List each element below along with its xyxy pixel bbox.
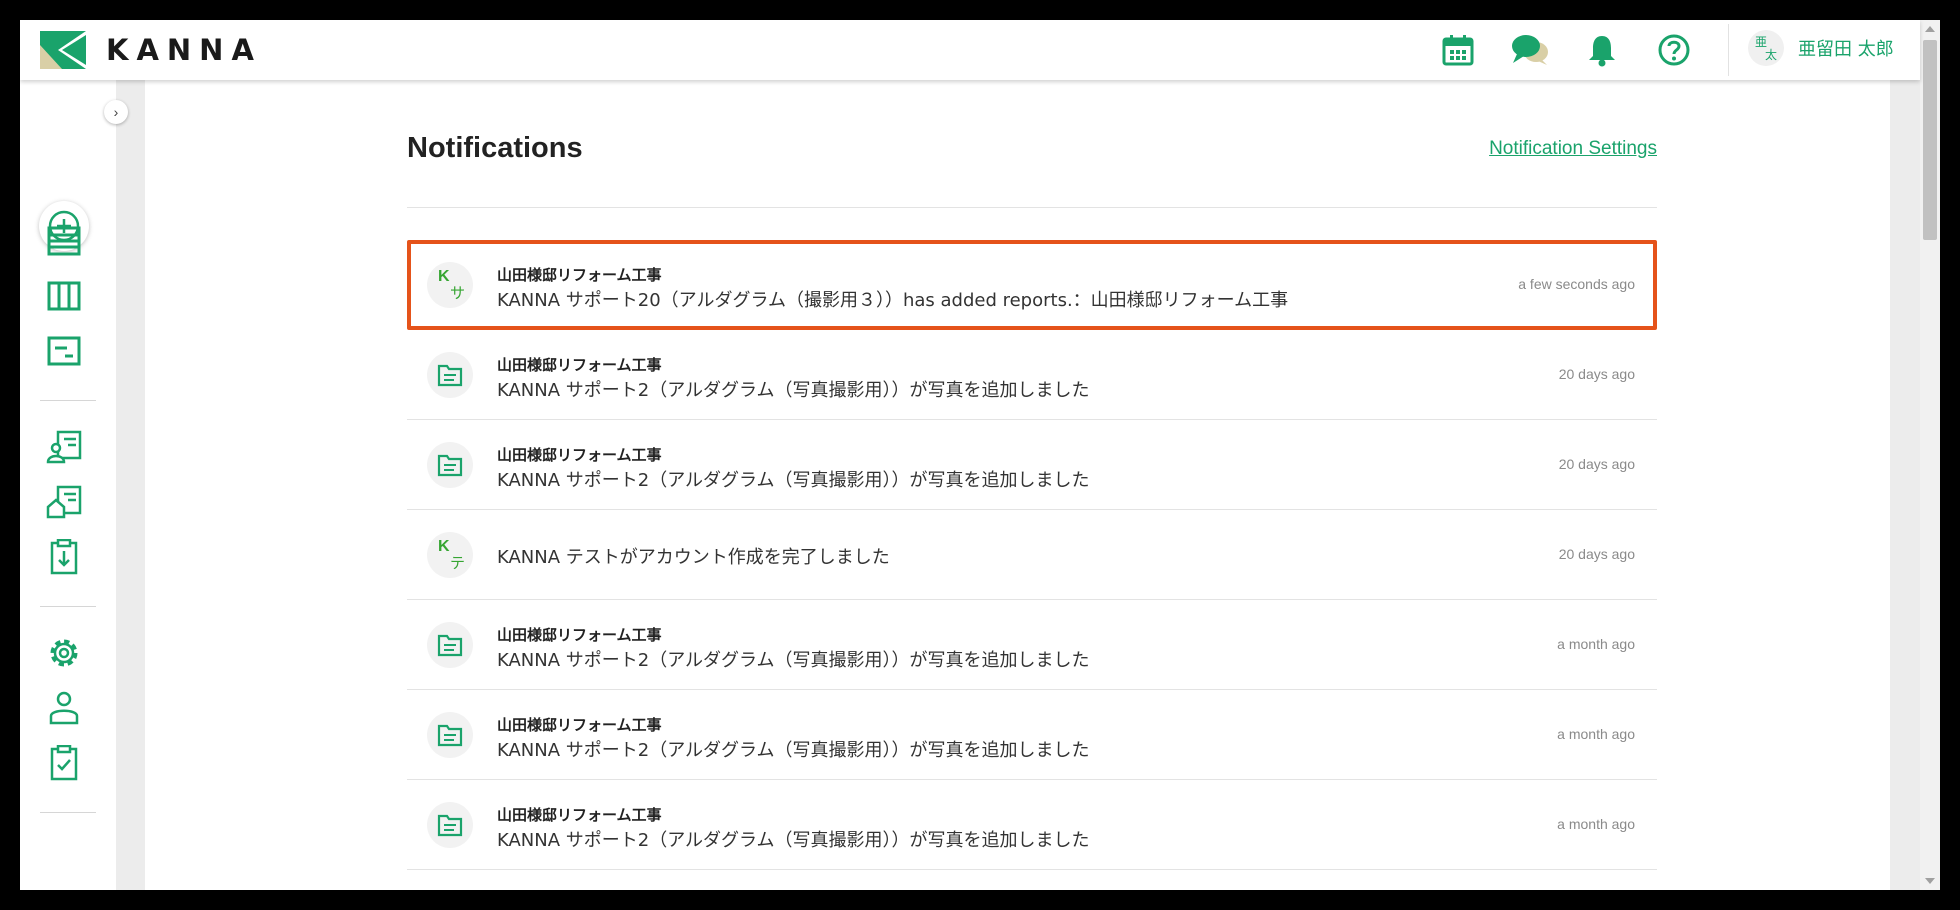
report-doc-icon <box>427 352 473 398</box>
notification-title: 山田様邸リフォーム工事 <box>497 626 662 644</box>
settings-icon[interactable] <box>44 633 84 673</box>
board-icon[interactable] <box>44 276 84 316</box>
notification-message: KANNA サポート2（アルダグラム（写真撮影用））が写真を追加しました <box>497 470 1090 491</box>
sender-avatar-initial: K <box>438 538 450 555</box>
scrollbar-thumb[interactable] <box>1923 40 1937 240</box>
report-doc-icon <box>427 622 473 668</box>
report-doc-icon <box>427 802 473 848</box>
notification-item[interactable]: 山田様邸リフォーム工事 KANNA サポート2（アルダグラム（写真撮影用））が写真… <box>407 420 1657 510</box>
page-title: Notifications <box>407 132 583 164</box>
chevron-right-icon: › <box>113 104 119 120</box>
notification-title: 山田様邸リフォーム工事 <box>497 266 662 284</box>
logo-text: KANNA <box>106 33 262 67</box>
header-divider <box>1728 24 1729 76</box>
notification-item[interactable]: K サ 山田様邸リフォーム工事 KANNA サポート20（アルダグラム（撮影用３））h… <box>407 240 1657 330</box>
help-icon[interactable] <box>1654 30 1694 70</box>
sender-avatar-char: サ <box>450 284 466 302</box>
sidebar-divider <box>40 812 96 813</box>
notification-item[interactable]: K テ KANNA テストがアカウント作成を完了しました 20 days ago <box>407 510 1657 600</box>
title-divider <box>407 207 1657 208</box>
sidebar-toggle-button[interactable]: › <box>104 100 128 124</box>
user-avatar: 亜 太 <box>1748 30 1784 66</box>
notification-list: K サ山田様邸リフォーム工事 KANNA サポート20（アルダグラム（撮影用３））h… <box>407 240 1657 870</box>
chat-icon[interactable] <box>1510 30 1550 70</box>
sender-avatar: Kサ <box>427 262 473 308</box>
download-icon[interactable] <box>44 537 84 577</box>
notification-time: a month ago <box>1557 636 1635 652</box>
notification-message: KANNA テストがアカウント作成を完了しました <box>497 547 890 568</box>
kanna-logo[interactable]: KANNA <box>40 31 262 69</box>
user-icon[interactable] <box>44 688 84 728</box>
notification-title: 山田様邸リフォーム工事 <box>497 806 662 824</box>
notification-message: KANNA サポート2（アルダグラム（写真撮影用））が写真を追加しました <box>497 740 1090 761</box>
user-menu[interactable]: 亜 太 亜留田 太郎 <box>1748 30 1894 66</box>
calendar-icon[interactable] <box>1438 30 1478 70</box>
list-icon[interactable] <box>44 221 84 261</box>
sender-avatar-char: テ <box>450 554 466 572</box>
notification-message: KANNA サポート2（アルダグラム（写真撮影用））が写真を追加しました <box>497 650 1090 671</box>
user-name: 亜留田 太郎 <box>1798 39 1894 60</box>
bell-icon[interactable] <box>1582 30 1622 70</box>
scroll-up-arrow-icon[interactable] <box>1925 26 1935 32</box>
task-icon[interactable] <box>44 743 84 783</box>
notification-time: 20 days ago <box>1558 546 1635 562</box>
notification-message: KANNA サポート2（アルダグラム（写真撮影用））が写真を追加しました <box>497 380 1090 401</box>
property-icon[interactable] <box>44 482 84 522</box>
user-avatar-char-2: 太 <box>1765 48 1778 62</box>
notification-time: 20 days ago <box>1558 366 1635 382</box>
sidebar-divider <box>40 400 96 401</box>
notification-title: 山田様邸リフォーム工事 <box>497 446 662 464</box>
report-doc-icon <box>427 442 473 488</box>
notification-item[interactable]: 山田様邸リフォーム工事 KANNA サポート2（アルダグラム（写真撮影用））が写真… <box>407 330 1657 420</box>
app-window: KANNA 亜 太 亜留田 太郎 › Notifications Notific… <box>20 20 1940 890</box>
sender-avatar: Kテ <box>427 532 473 578</box>
main-content: Notifications Notification Settings K サ山田… <box>145 80 1890 890</box>
notification-message: KANNA サポート20（アルダグラム（撮影用３））has added repo… <box>497 290 1289 311</box>
notification-item[interactable]: 山田様邸リフォーム工事 KANNA サポート2（アルダグラム（写真撮影用））が写真… <box>407 690 1657 780</box>
sender-avatar-initial: K <box>438 268 450 285</box>
header-actions <box>1438 30 1726 70</box>
notification-time: a month ago <box>1557 816 1635 832</box>
notification-time: 20 days ago <box>1558 456 1635 472</box>
top-bar: KANNA 亜 太 亜留田 太郎 <box>20 20 1920 80</box>
schedule-icon[interactable] <box>44 331 84 371</box>
notification-item[interactable]: 山田様邸リフォーム工事 KANNA サポート2（アルダグラム（写真撮影用））が写真… <box>407 780 1657 870</box>
notification-settings-link[interactable]: Notification Settings <box>1489 138 1657 160</box>
notification-title: 山田様邸リフォーム工事 <box>497 716 662 734</box>
scrollbar[interactable] <box>1920 20 1940 890</box>
kanna-logo-mark-icon <box>40 31 86 69</box>
notification-item[interactable]: 山田様邸リフォーム工事 KANNA サポート2（アルダグラム（写真撮影用））が写真… <box>407 600 1657 690</box>
customer-icon[interactable] <box>44 427 84 467</box>
notification-message: KANNA サポート2（アルダグラム（写真撮影用））が写真を追加しました <box>497 830 1090 851</box>
report-doc-icon <box>427 712 473 758</box>
scroll-down-arrow-icon[interactable] <box>1925 878 1935 884</box>
notification-time: a month ago <box>1557 726 1635 742</box>
sidebar-divider <box>40 606 96 607</box>
notification-time: a few seconds ago <box>1518 276 1635 292</box>
sidebar <box>20 80 116 890</box>
notification-title: 山田様邸リフォーム工事 <box>497 356 662 374</box>
